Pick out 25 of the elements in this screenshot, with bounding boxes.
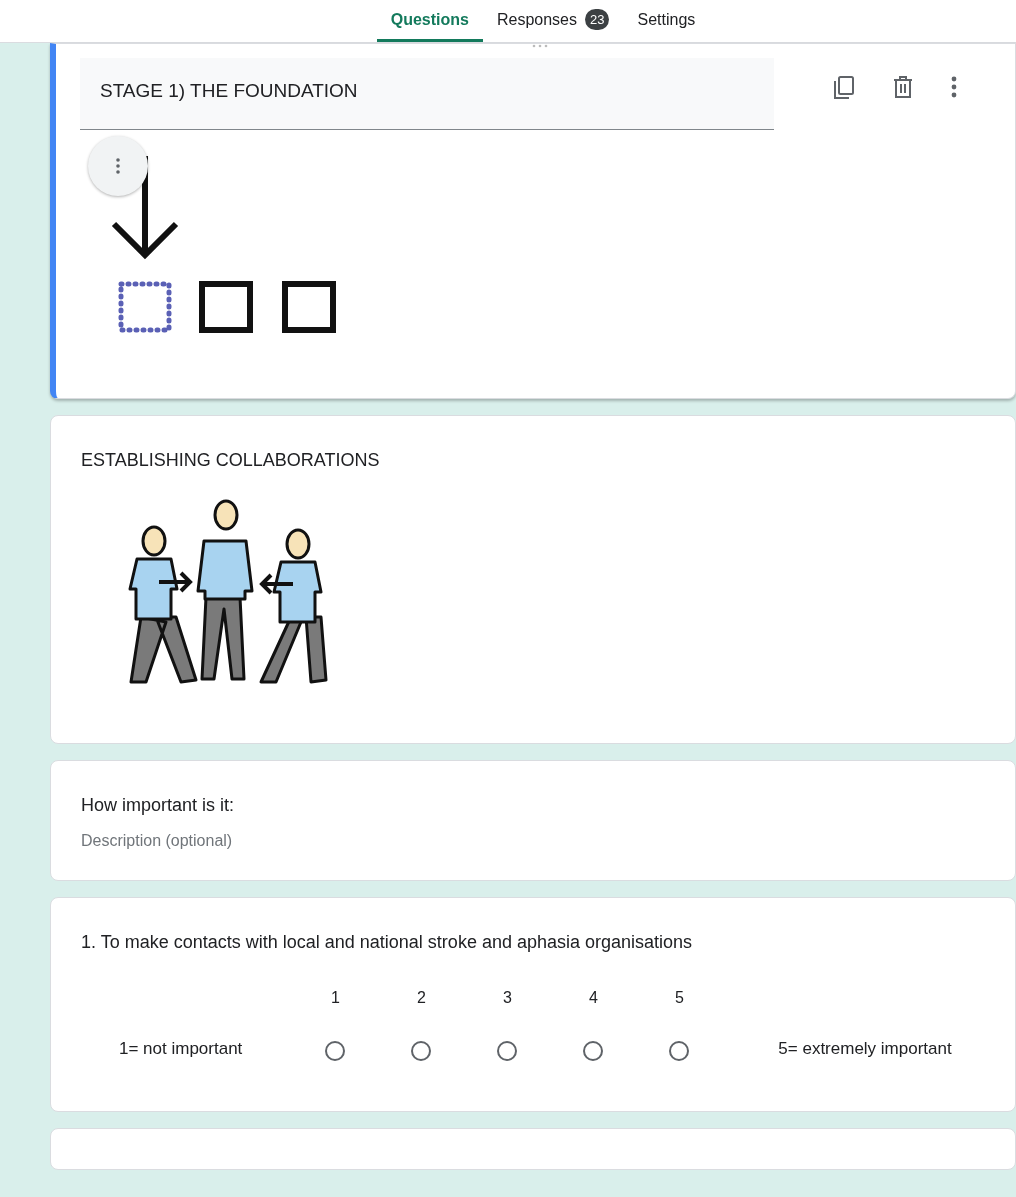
title-field[interactable]: STAGE 1) THE FOUNDATION (80, 58, 774, 130)
more-icon (116, 158, 120, 174)
option-number: 3 (502, 989, 512, 1007)
radio-button[interactable] (411, 1041, 432, 1061)
more-icon[interactable] (951, 76, 957, 98)
radio-button[interactable] (325, 1041, 346, 1061)
radio-button[interactable] (669, 1041, 690, 1061)
card-title: 1. To make contacts with local and national stroke and aphasia organisations (81, 931, 694, 953)
option-number: 1 (330, 989, 340, 1007)
radio-button[interactable] (497, 1041, 518, 1061)
tab[interactable]: Responses 23 (482, 0, 624, 42)
option-number: 4 (588, 989, 598, 1007)
option-number: 2 (416, 989, 426, 1007)
count-badge: 23 (585, 9, 610, 30)
delete-icon[interactable] (893, 76, 913, 98)
tab[interactable]: Settings (623, 0, 710, 42)
option-number: 5 (674, 989, 684, 1007)
card-title: How important is it: (81, 794, 236, 816)
drag-handle-icon[interactable] (531, 44, 549, 48)
card-title: ESTABLISHING COLLABORATIONS (81, 449, 381, 471)
scale-label: 1= not important (119, 1039, 243, 1060)
duplicate-icon[interactable] (833, 76, 855, 100)
scale-label: 5= extremely important (778, 1039, 952, 1060)
image-menu-button[interactable] (88, 136, 148, 196)
radio-button[interactable] (583, 1041, 604, 1061)
